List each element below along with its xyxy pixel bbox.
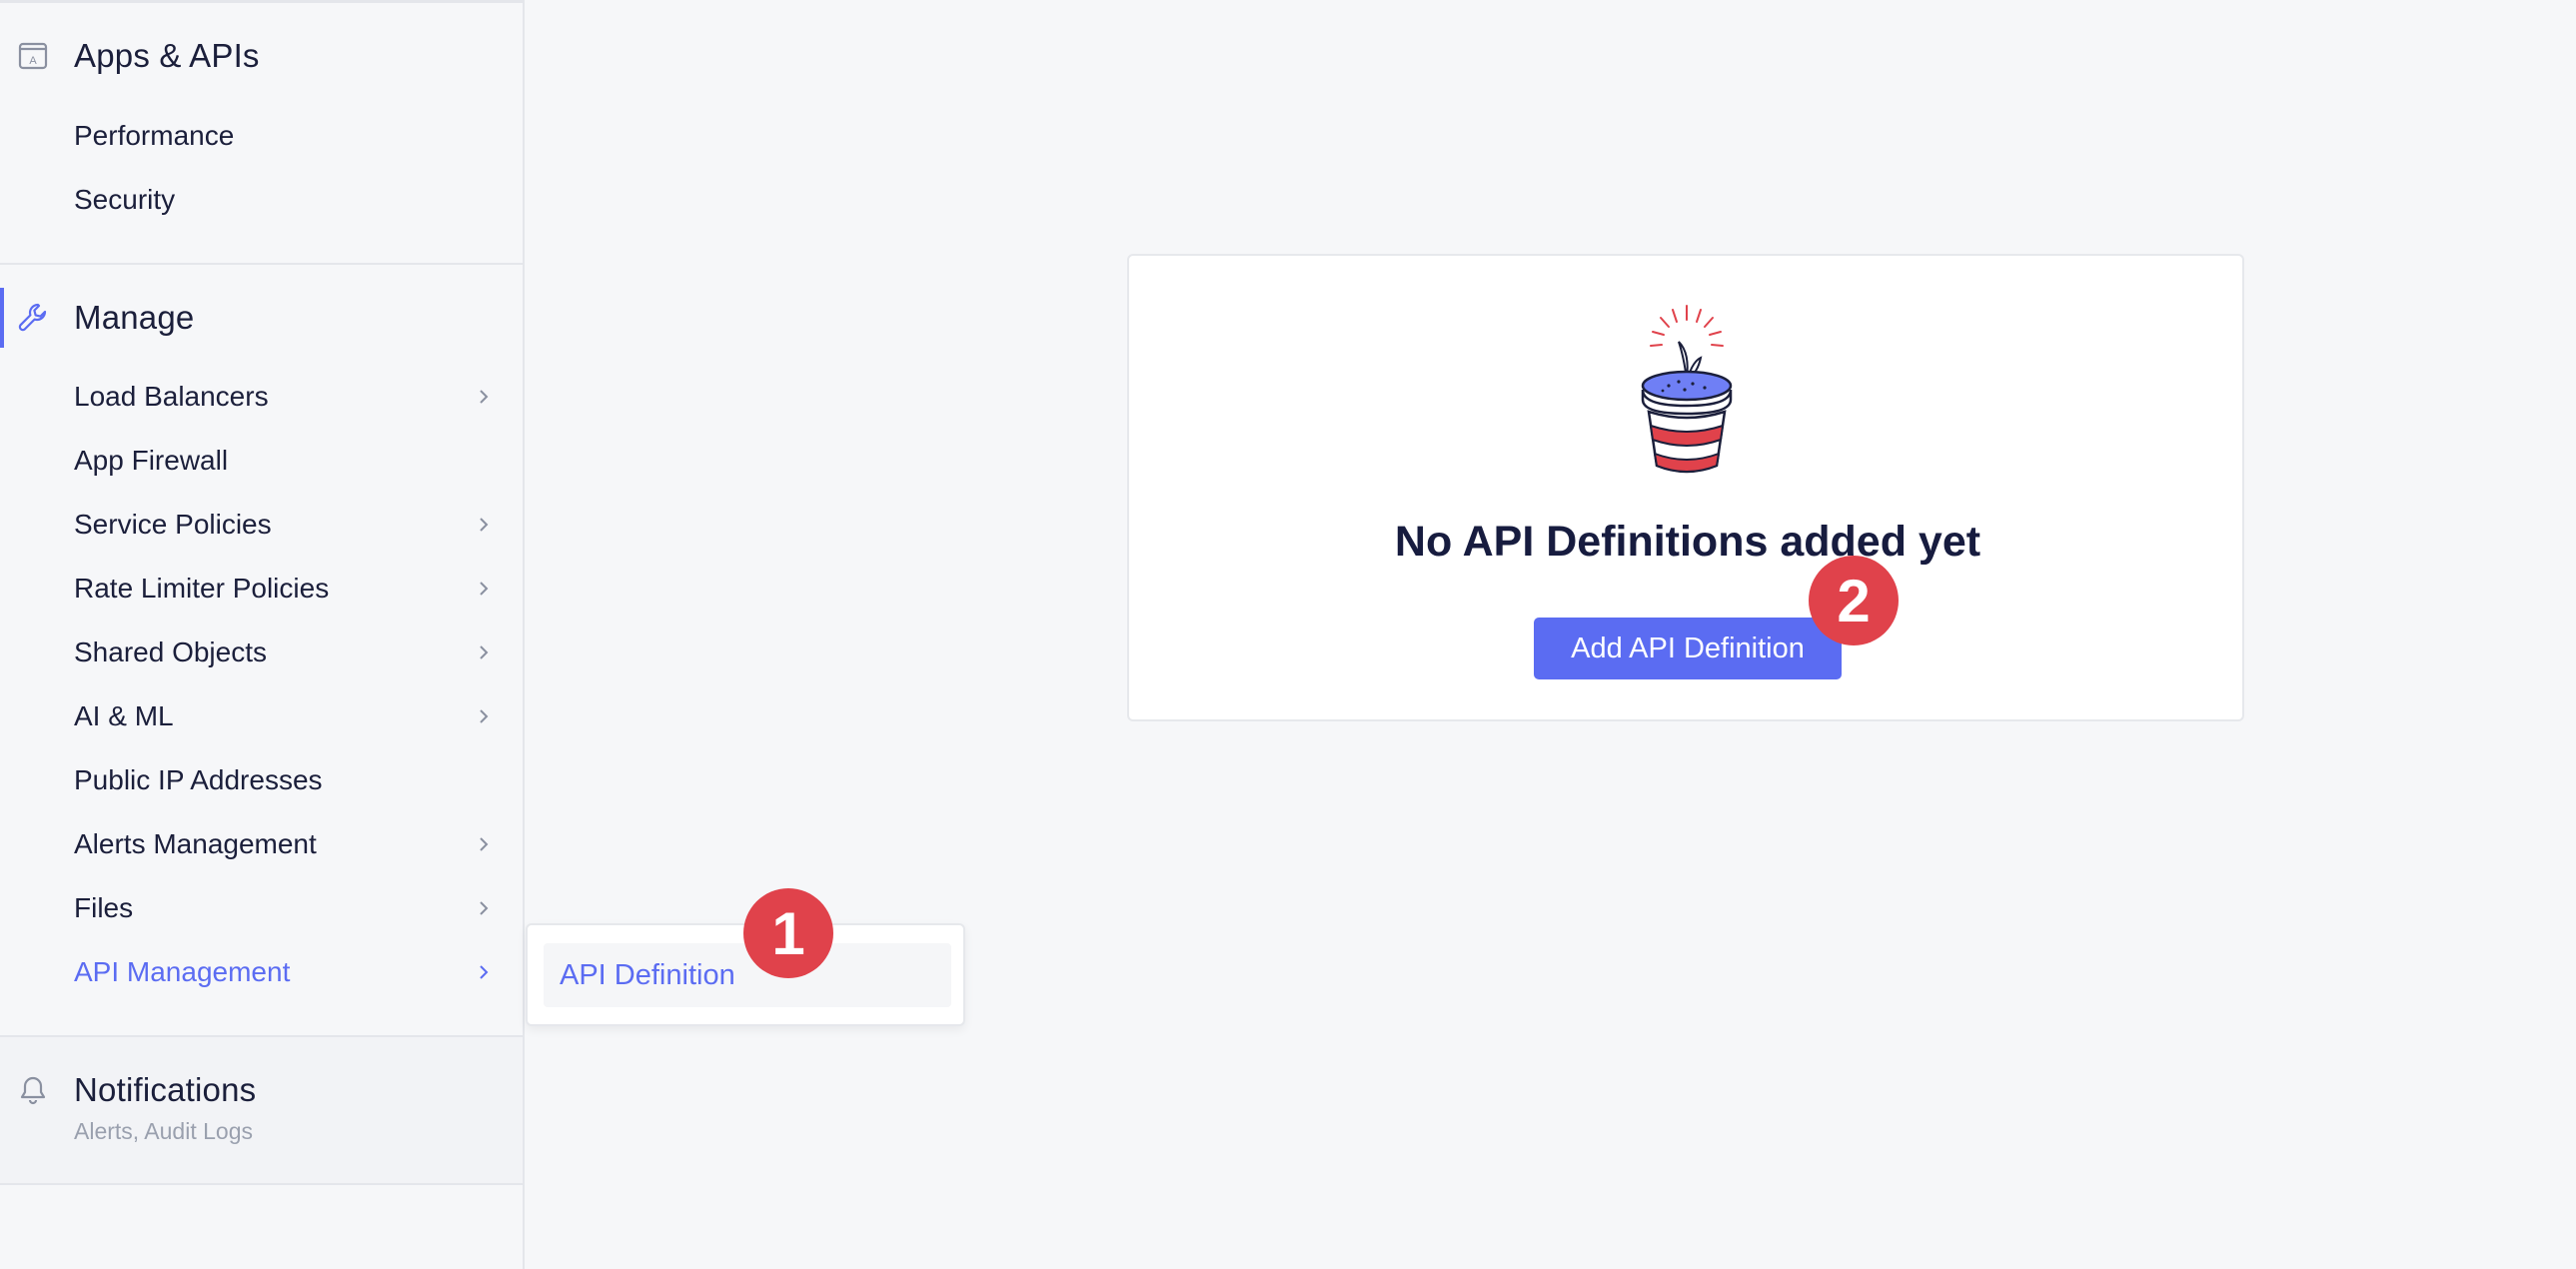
sidebar-item-label: App Firewall (74, 445, 229, 476)
sidebar-item-performance[interactable]: Performance (0, 108, 523, 164)
sidebar-item-label: Shared Objects (74, 636, 267, 667)
chevron-right-icon (480, 390, 489, 404)
bell-icon (16, 1073, 50, 1107)
chevron-right-icon (480, 901, 489, 915)
notifications-subtitle: Alerts, Audit Logs (74, 1118, 253, 1144)
sidebar-item-label: Alerts Management (74, 828, 317, 859)
sidebar-section-apps-apis[interactable]: A Apps & APIs (0, 26, 523, 86)
sidebar-item-files[interactable]: Files (0, 880, 523, 936)
sidebar-item-label: Security (74, 184, 176, 215)
step-badge-2: 2 (1809, 556, 1899, 645)
sidebar-divider (0, 263, 523, 265)
chevron-right-icon (480, 518, 489, 532)
add-api-definition-button[interactable]: Add API Definition (1534, 618, 1842, 679)
chevron-right-icon (480, 582, 489, 596)
sidebar-item-shared-objects[interactable]: Shared Objects (0, 625, 523, 680)
sidebar-item-ai-ml[interactable]: AI & ML (0, 688, 523, 744)
sidebar-top-divider (0, 0, 525, 3)
sidebar-item-service-policies[interactable]: Service Policies (0, 497, 523, 553)
sidebar-section-notifications[interactable]: Notifications (0, 1060, 523, 1120)
sidebar-item-alerts-management[interactable]: Alerts Management (0, 816, 523, 872)
sidebar-item-label: AI & ML (74, 700, 174, 731)
svg-text:A: A (29, 55, 37, 67)
sidebar-item-rate-limiter-policies[interactable]: Rate Limiter Policies (0, 561, 523, 617)
sidebar: A Apps & APIs Performance Security Manag… (0, 0, 525, 1269)
chevron-right-icon (480, 837, 489, 851)
plant-pot-icon (1641, 305, 1733, 474)
sidebar-item-label: Files (74, 892, 134, 923)
chevron-right-icon (480, 709, 489, 723)
chevron-right-icon (480, 645, 489, 659)
sidebar-item-label: Service Policies (74, 509, 272, 540)
sidebar-section-manage[interactable]: Manage (0, 288, 523, 348)
sidebar-item-app-firewall[interactable]: App Firewall (0, 433, 523, 489)
sidebar-item-label: Performance (74, 120, 235, 151)
sidebar-item-label: Public IP Addresses (74, 764, 323, 795)
sidebar-section-title: Notifications (74, 1071, 257, 1108)
sidebar-section-title: Manage (74, 299, 195, 336)
sidebar-item-label: API Management (74, 956, 291, 987)
sidebar-item-public-ip-addresses[interactable]: Public IP Addresses (0, 752, 523, 808)
empty-state-title: No API Definitions added yet (1394, 518, 1981, 566)
sidebar-item-label: Rate Limiter Policies (74, 573, 330, 604)
step-badge-1: 1 (743, 888, 833, 978)
sidebar-item-label: Load Balancers (74, 381, 269, 412)
chevron-right-icon (480, 965, 489, 979)
sidebar-item-security[interactable]: Security (0, 172, 523, 228)
sidebar-divider (0, 1183, 523, 1185)
sidebar-item-api-management[interactable]: API Management (0, 944, 523, 1000)
app-box-icon: A (16, 39, 50, 73)
sidebar-item-load-balancers[interactable]: Load Balancers (0, 369, 523, 425)
empty-state-card: No API Definitions added yet Add API Def… (1127, 254, 2244, 721)
sidebar-section-title: Apps & APIs (74, 37, 260, 74)
wrench-icon (16, 301, 50, 335)
flyout-item-label: API Definition (560, 958, 735, 991)
